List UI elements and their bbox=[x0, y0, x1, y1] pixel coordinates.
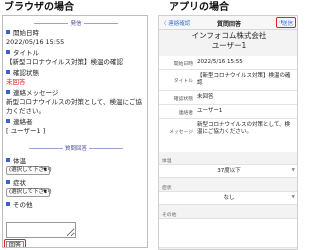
announce-section-label: 発信 bbox=[70, 21, 82, 27]
contact-label: 連絡者 bbox=[6, 118, 33, 126]
message-row-value: 新型コロナウイルスの対策として、検温にご協力ください。 bbox=[197, 122, 291, 135]
title-value: 【新型コロナウイルス対策】検温の確認 bbox=[6, 58, 123, 66]
message-value: 新型コロナウイルスの対策として、検温にご協力ください。 bbox=[6, 98, 142, 115]
chevron-down-icon: ▼ bbox=[43, 189, 47, 195]
symptom-picker-value: なし bbox=[223, 195, 235, 201]
start-value: 2022/05/16 15:55 bbox=[6, 38, 65, 46]
divider bbox=[83, 23, 118, 24]
company-name: インフォコム株式会社 bbox=[191, 31, 267, 40]
divider bbox=[159, 69, 297, 70]
temperature-select[interactable]: (選択して下さい) ▼ bbox=[6, 166, 52, 175]
title-row-value: 【新型コロナウイルス対策】検温の確認 bbox=[197, 73, 291, 86]
browser-form: 発信 開始日時 2022/05/16 15:55 タイトル 【新型コロナウイルス… bbox=[2, 15, 148, 248]
status-row-value: 未回答 bbox=[197, 94, 214, 100]
temperature-picker[interactable]: 37度以下 ▼ bbox=[159, 164, 297, 178]
status-value: 未回答 bbox=[6, 78, 26, 86]
answer-section-label: 質問回答 bbox=[64, 146, 87, 152]
divider bbox=[34, 23, 69, 24]
status-label: 確認状態 bbox=[6, 69, 39, 77]
app-screen: 〈 連絡確認 質問回答 ✈ 送信 インフォコム株式会社 ユーザー1 開始日時 2… bbox=[158, 15, 298, 250]
title-row-label: タイトル bbox=[173, 79, 193, 84]
other-label: その他 bbox=[6, 201, 33, 209]
message-label: 連絡メッセージ bbox=[6, 89, 58, 97]
status-row-label: 確認状態 bbox=[173, 97, 193, 102]
send-button-highlight bbox=[276, 17, 296, 28]
sender-row-value: ユーザー1 bbox=[197, 108, 223, 114]
symptom-group-label: 症状 bbox=[162, 186, 172, 191]
sender-row-label: 連絡者 bbox=[178, 111, 193, 116]
start-row-value: 2022/5/16 15:55 bbox=[197, 59, 243, 65]
symptom-label: 症状 bbox=[6, 179, 26, 187]
symptom-picker[interactable]: なし ▼ bbox=[159, 191, 297, 205]
detail-table: 開始日時 2022/5/16 15:55 タイトル 【新型コロナウイルス対策】検… bbox=[159, 56, 297, 152]
temperature-group-label: 体温 bbox=[162, 159, 172, 164]
user-name: ユーザー1 bbox=[211, 41, 247, 50]
other-textarea[interactable] bbox=[6, 222, 76, 238]
contact-value: [ ユーザー1 ] bbox=[6, 127, 46, 135]
divider bbox=[159, 118, 297, 119]
answer-button[interactable]: 回答 bbox=[6, 241, 24, 247]
announce-section: 発信 bbox=[3, 19, 147, 27]
symptom-select[interactable]: (選択して下さい) ▼ bbox=[6, 188, 52, 197]
chevron-down-icon: ▼ bbox=[43, 167, 47, 173]
divider bbox=[28, 148, 63, 149]
dropdown-triangle-icon: ▼ bbox=[291, 195, 295, 200]
title-label: タイトル bbox=[6, 49, 39, 57]
company-header: インフォコム株式会社 ユーザー1 bbox=[159, 31, 297, 56]
answer-section: 質問回答 bbox=[3, 144, 147, 152]
message-row-label: メッセージ bbox=[169, 130, 193, 135]
app-panel: アプリの場合 〈 連絡確認 質問回答 ✈ 送信 インフォコム株式会社 ユーザー1… bbox=[152, 0, 300, 250]
divider bbox=[89, 148, 123, 149]
other-group-label: その他 bbox=[162, 213, 177, 218]
start-label: 開始日時 bbox=[6, 29, 39, 37]
other-input[interactable] bbox=[159, 218, 297, 248]
browser-panel: ブラウザの場合 発信 開始日時 2022/05/16 15:55 タイトル 【新… bbox=[0, 0, 151, 250]
dropdown-triangle-icon: ▼ bbox=[291, 168, 295, 173]
divider bbox=[159, 104, 297, 105]
divider bbox=[159, 90, 297, 91]
start-row-label: 開始日時 bbox=[173, 62, 193, 67]
nav-bar: 〈 連絡確認 質問回答 ✈ 送信 bbox=[159, 16, 297, 30]
browser-heading: ブラウザの場合 bbox=[4, 2, 74, 13]
temperature-picker-value: 37度以下 bbox=[217, 168, 241, 174]
temperature-label: 体温 bbox=[6, 157, 26, 165]
app-heading: アプリの場合 bbox=[169, 2, 229, 13]
